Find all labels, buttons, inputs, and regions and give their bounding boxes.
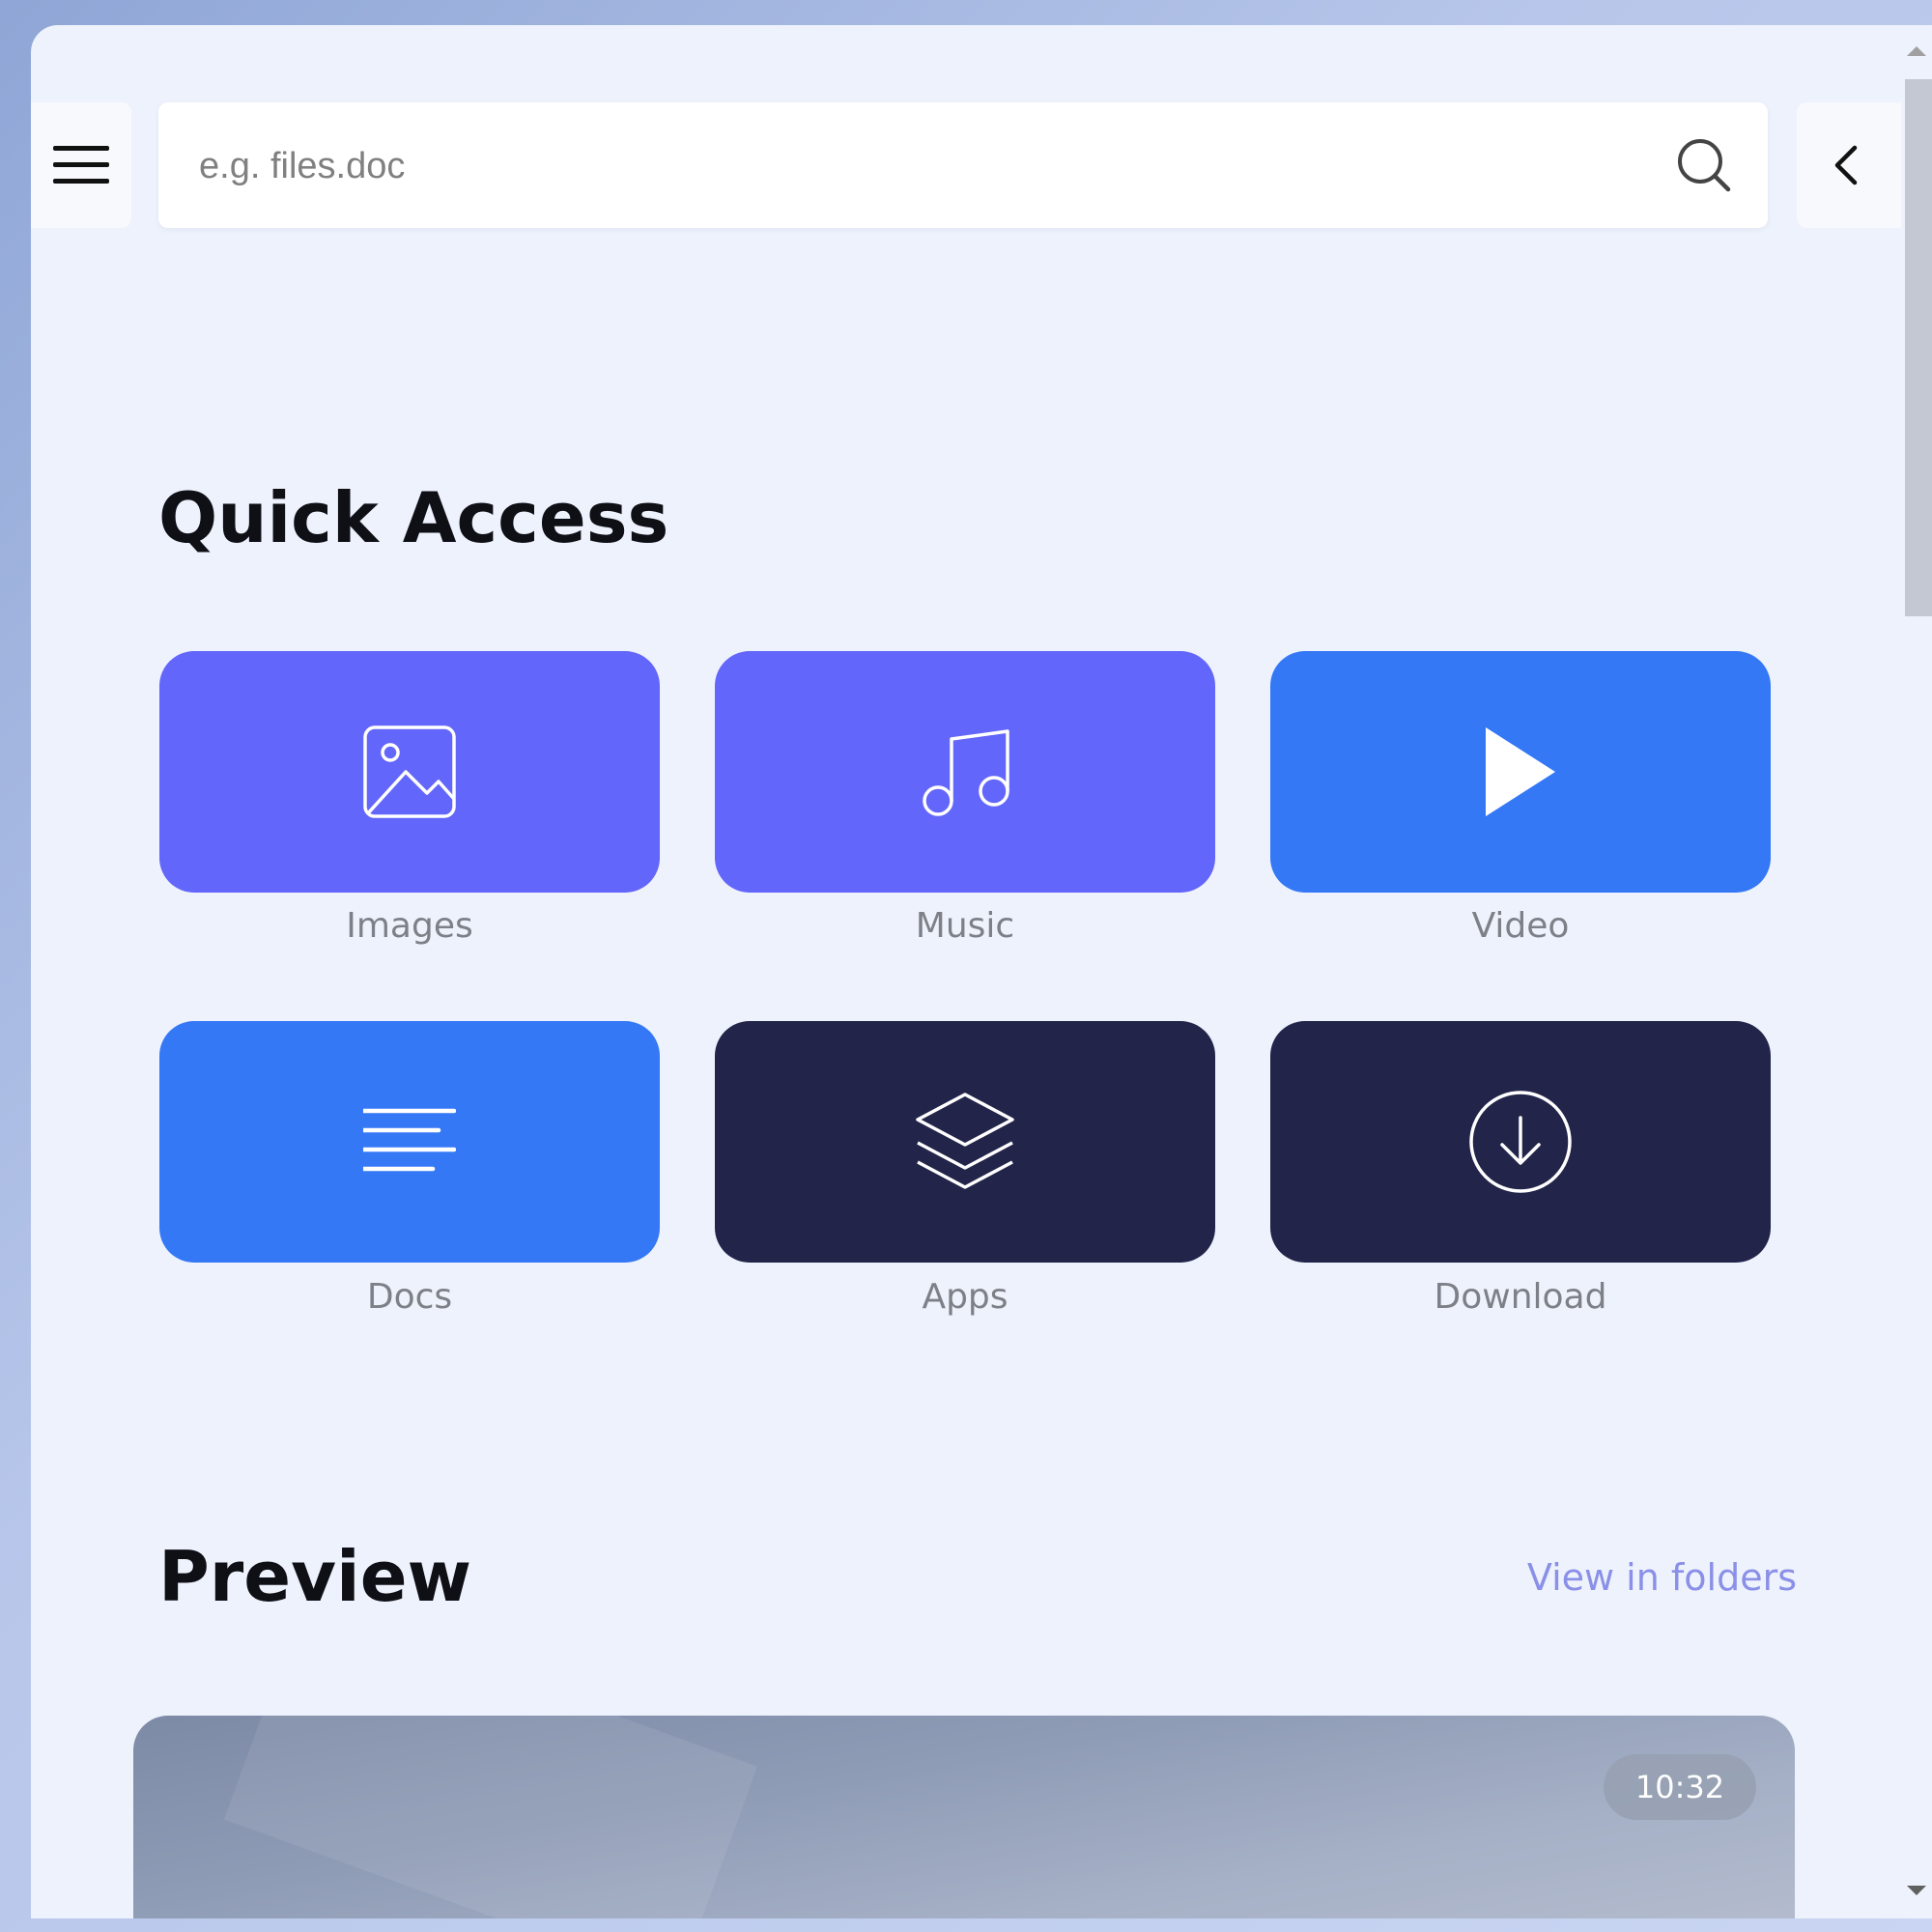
- quick-access-download-tile[interactable]: [1270, 1021, 1771, 1263]
- file-manager-window: Quick Access Images Music Video Docs: [31, 25, 1932, 1918]
- menu-button[interactable]: [31, 102, 131, 228]
- preview-thumbnail: [224, 1716, 757, 1918]
- layers-icon: [916, 1093, 1014, 1189]
- play-icon: [1486, 727, 1555, 816]
- view-in-folders-link[interactable]: View in folders: [1527, 1556, 1797, 1599]
- image-icon: [363, 725, 456, 818]
- quick-access-download-label: Download: [1434, 1277, 1607, 1317]
- quick-access-images-label: Images: [346, 906, 473, 946]
- video-duration-badge: 10:32: [1604, 1754, 1756, 1820]
- scrollbar-thumb[interactable]: [1905, 79, 1932, 616]
- download-circle-icon: [1469, 1091, 1572, 1193]
- quick-access-apps-tile[interactable]: [715, 1021, 1215, 1263]
- quick-access-docs-tile[interactable]: [159, 1021, 660, 1263]
- quick-access-video-label: Video: [1471, 906, 1570, 946]
- quick-access-video-tile[interactable]: [1270, 651, 1771, 893]
- hamburger-icon: [53, 146, 109, 184]
- music-note-icon: [923, 729, 1009, 816]
- scroll-down-arrow-icon[interactable]: [1907, 1886, 1926, 1895]
- search-bar: [158, 102, 1768, 230]
- quick-access-heading: Quick Access: [158, 477, 669, 558]
- quick-access-apps-label: Apps: [922, 1277, 1009, 1317]
- preview-video-card[interactable]: 10:32: [133, 1716, 1795, 1918]
- vertical-scrollbar[interactable]: [1901, 25, 1932, 1918]
- quick-access-images-tile[interactable]: [159, 651, 660, 893]
- search-input[interactable]: [197, 102, 1631, 230]
- quick-access-music-label: Music: [915, 906, 1015, 946]
- document-lines-icon: [363, 1108, 456, 1172]
- search-icon[interactable]: [1675, 136, 1733, 194]
- chevron-left-icon: [1834, 145, 1858, 185]
- scroll-up-arrow-icon[interactable]: [1907, 46, 1926, 56]
- quick-access-music-tile[interactable]: [715, 651, 1215, 893]
- preview-heading: Preview: [158, 1536, 472, 1617]
- quick-access-docs-label: Docs: [366, 1277, 453, 1317]
